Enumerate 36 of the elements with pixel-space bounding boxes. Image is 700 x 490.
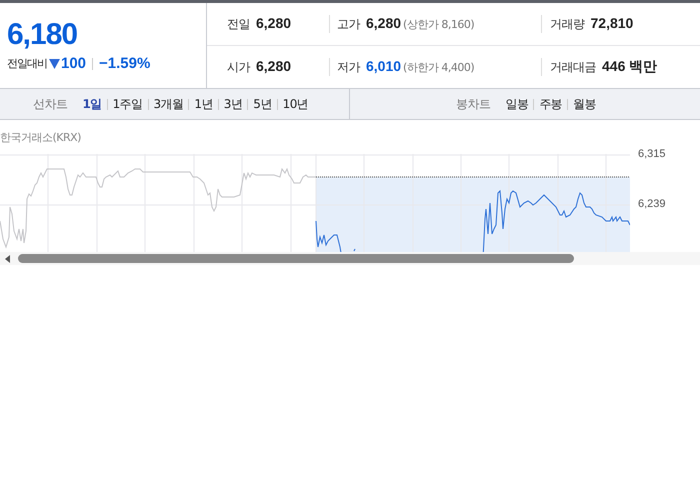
period-tab[interactable]: 1일 [80,96,105,112]
exchange-label: 한국거래소(KRX) [0,130,82,146]
candle-tab[interactable]: 일봉 [502,96,532,112]
scrollbar-thumb[interactable] [18,254,574,263]
change-rate: −1.59% [99,55,150,72]
y-axis-label: 6,239 [638,198,666,210]
period-tab[interactable]: 3개월 [150,96,186,112]
stat-value: 6,280 [366,15,402,31]
price-limit-note: (하한가 4,400) [403,60,474,75]
stat-value: 6,010 [366,58,402,74]
stat-value: 6,280 [256,15,292,31]
period-tab[interactable]: 1년 [191,96,216,112]
price-limit-note: (상한가 8,160) [403,17,474,32]
stat-label: 시가 [227,59,250,76]
change-amount: 100 [61,55,86,72]
candle-tab[interactable]: 주봉 [536,96,566,112]
y-axis-label: 6,315 [638,148,666,160]
stat-label: 고가 [337,16,360,33]
current-price: 6,180 [7,18,78,52]
stat-label: 전일 [227,16,250,33]
scroll-left-icon[interactable] [5,254,10,262]
horizontal-scrollbar[interactable] [0,252,700,265]
change-label: 전일대비 [7,56,47,71]
stat-label: 저가 [337,59,360,76]
period-tab[interactable]: 5년 [250,96,275,112]
period-tab[interactable]: 1주일 [110,96,146,112]
stat-value: 72,810 [590,15,634,31]
tab-group-label: 봉차트 [456,96,490,112]
period-tab[interactable]: 3년 [220,96,246,112]
candle-tab[interactable]: 월봉 [570,96,599,112]
period-tab[interactable]: 10년 [280,96,312,112]
stat-value: 6,280 [256,58,292,74]
stat-label: 거래량 [550,16,584,33]
tab-group-label: 선차트 [33,96,68,112]
stat-label: 거래대금 [550,59,596,76]
stat-value: 446 백만 [602,58,658,76]
